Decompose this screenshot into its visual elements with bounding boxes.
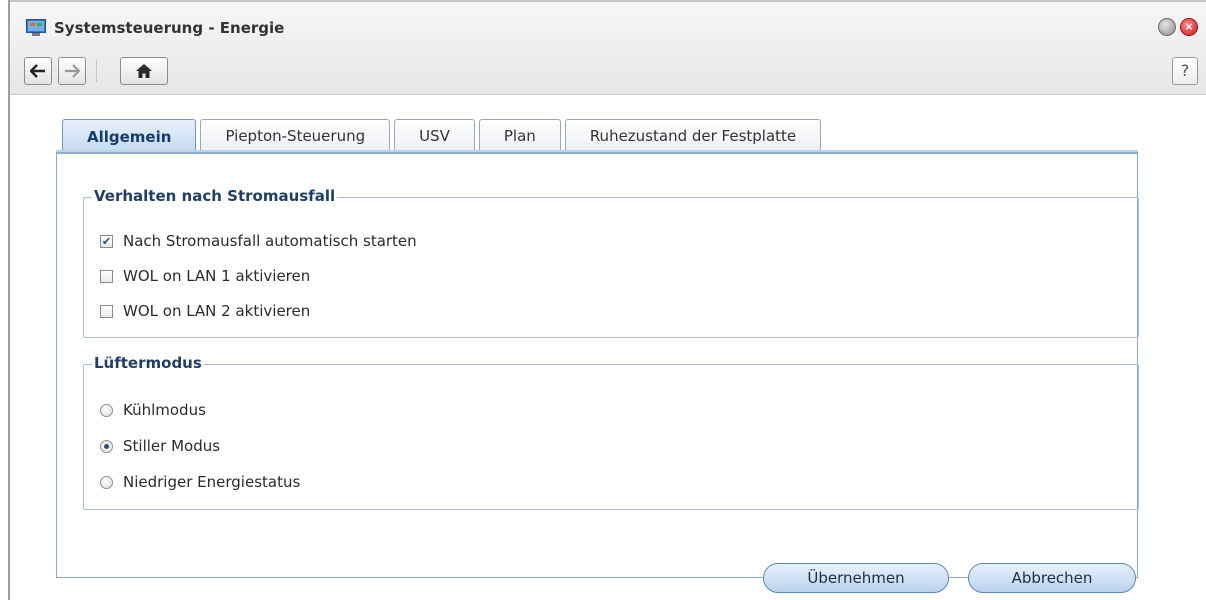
option-wol-lan1[interactable]: WOL on LAN 1 aktivieren <box>100 267 310 285</box>
option-stiller-modus[interactable]: Stiller Modus <box>100 437 220 455</box>
minimize-button[interactable] <box>1158 18 1176 36</box>
radio-button[interactable] <box>100 475 113 489</box>
section-legend-power: Verhalten nach Stromausfall <box>92 187 338 205</box>
option-label: Nach Stromausfall automatisch starten <box>123 232 417 250</box>
checkbox[interactable] <box>100 269 113 283</box>
option-label: WOL on LAN 1 aktivieren <box>123 267 311 285</box>
section-legend-fan: Lüftermodus <box>92 354 204 372</box>
radio-button[interactable] <box>100 403 113 417</box>
option-wol-lan2[interactable]: WOL on LAN 2 aktivieren <box>100 302 310 320</box>
fan-mode-section: Lüftermodus Kühlmodus Stiller Modus Nied… <box>83 354 1139 510</box>
power-failure-section: Verhalten nach Stromausfall ✔ Nach Strom… <box>83 187 1139 338</box>
forward-button[interactable] <box>58 57 86 85</box>
checkbox-checked[interactable]: ✔ <box>100 234 113 248</box>
option-label: Niedriger Energiestatus <box>123 473 301 491</box>
arrow-left-icon <box>30 64 45 78</box>
apply-button[interactable]: Übernehmen <box>763 563 949 593</box>
toolbar-separator <box>96 60 97 82</box>
checkbox[interactable] <box>100 304 113 318</box>
home-icon <box>136 64 152 78</box>
tab-allgemein[interactable]: Allgemein <box>62 119 197 153</box>
control-panel-icon <box>26 19 46 36</box>
radio-button-selected[interactable] <box>100 439 113 453</box>
option-label: Kühlmodus <box>123 401 206 419</box>
cancel-button[interactable]: Abbrechen <box>968 563 1136 593</box>
option-label: Stiller Modus <box>123 437 221 455</box>
tab-bar: Allgemein Piepton-Steuerung USV Plan Ruh… <box>62 119 822 153</box>
help-button[interactable]: ? <box>1172 57 1198 85</box>
titlebar: Systemsteuerung - Energie × ? <box>10 0 1206 95</box>
home-button[interactable] <box>120 57 168 85</box>
window-title: Systemsteuerung - Energie <box>54 19 285 37</box>
tab-usv[interactable]: USV <box>394 119 475 151</box>
tab-plan[interactable]: Plan <box>478 119 561 151</box>
option-auto-start[interactable]: ✔ Nach Stromausfall automatisch starten <box>100 232 417 250</box>
option-niedriger-energiestatus[interactable]: Niedriger Energiestatus <box>100 473 300 491</box>
option-label: WOL on LAN 2 aktivieren <box>123 302 311 320</box>
tab-ruhezustand[interactable]: Ruhezustand der Festplatte <box>564 119 822 151</box>
back-button[interactable] <box>24 57 52 85</box>
arrow-right-icon <box>65 64 80 78</box>
tab-piepton-steuerung[interactable]: Piepton-Steuerung <box>200 119 391 151</box>
option-kuehlmodus[interactable]: Kühlmodus <box>100 401 206 419</box>
control-panel-window: Systemsteuerung - Energie × ? Allgemein … <box>8 0 1206 600</box>
close-button[interactable]: × <box>1180 18 1198 36</box>
